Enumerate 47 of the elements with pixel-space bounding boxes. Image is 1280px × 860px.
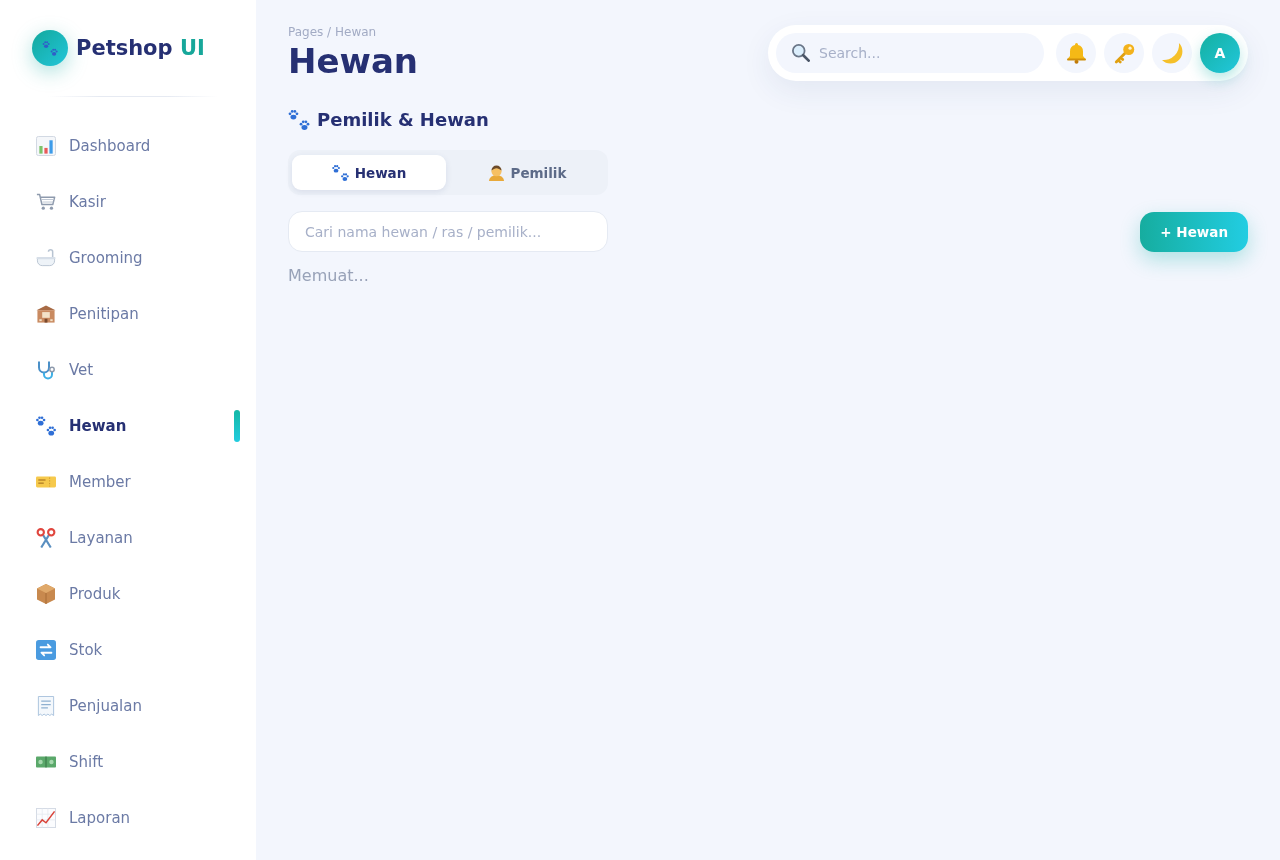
bathtub-icon <box>36 248 56 268</box>
sidebar-item[interactable]: Kasir <box>24 182 222 222</box>
avatar[interactable]: A <box>1200 33 1240 73</box>
paw-icon <box>36 416 56 436</box>
search-field[interactable]: Cari nama hewan / ras / pemilik... <box>288 211 608 252</box>
moon-button[interactable] <box>1152 33 1192 73</box>
box-icon <box>36 584 56 604</box>
section-title: Pemilik & Hewan <box>317 108 489 132</box>
bell-button[interactable] <box>1056 33 1096 73</box>
sidebar-item[interactable]: Hewan <box>24 406 222 446</box>
add-button[interactable]: + Hewan <box>1140 211 1248 252</box>
breadcrumb: Pages / Hewan <box>288 24 378 40</box>
sidebar-item[interactable]: Produk <box>24 574 222 614</box>
sidebar-item[interactable]: Layanan <box>24 518 222 558</box>
paw-icon <box>331 164 349 181</box>
sidebar-item[interactable]: Dashboard <box>24 126 222 166</box>
sidebar-item[interactable]: Grooming <box>24 238 222 278</box>
sidebar-item[interactable]: Penjualan <box>24 686 222 726</box>
tab[interactable]: Hewan <box>292 155 446 190</box>
search-icon <box>792 44 810 62</box>
bell-icon <box>1065 42 1087 64</box>
stethoscope-icon <box>36 360 56 380</box>
sidebar-item[interactable]: Member <box>24 462 222 502</box>
receipt-icon <box>36 696 56 716</box>
line-chart-icon <box>36 808 56 828</box>
arrows-icon <box>36 640 56 660</box>
sidebar-item[interactable]: Shift <box>24 742 222 782</box>
brand-name: Petshop UI <box>76 35 205 62</box>
sidebar-item[interactable]: Vet <box>24 350 222 390</box>
cart-icon <box>36 192 56 212</box>
search-field[interactable]: Search... <box>776 33 1044 73</box>
key-icon <box>1113 42 1135 64</box>
moon-icon <box>1161 42 1183 64</box>
tab[interactable]: Pemilik <box>450 155 604 190</box>
loading-text: Memuat... <box>288 266 369 286</box>
building-icon <box>36 304 56 324</box>
active-indicator <box>234 410 240 442</box>
page-title: Hewan <box>288 40 419 82</box>
person-icon <box>487 164 505 181</box>
sidebar-item[interactable]: Penitipan <box>24 294 222 334</box>
paw-icon <box>288 110 310 130</box>
paw-logo-icon <box>32 30 68 66</box>
scissors-icon <box>36 528 56 548</box>
sidebar-item[interactable]: Stok <box>24 630 222 670</box>
sidebar-item[interactable]: Laporan <box>24 798 222 838</box>
bar-chart-icon <box>36 136 56 156</box>
key-button[interactable] <box>1104 33 1144 73</box>
